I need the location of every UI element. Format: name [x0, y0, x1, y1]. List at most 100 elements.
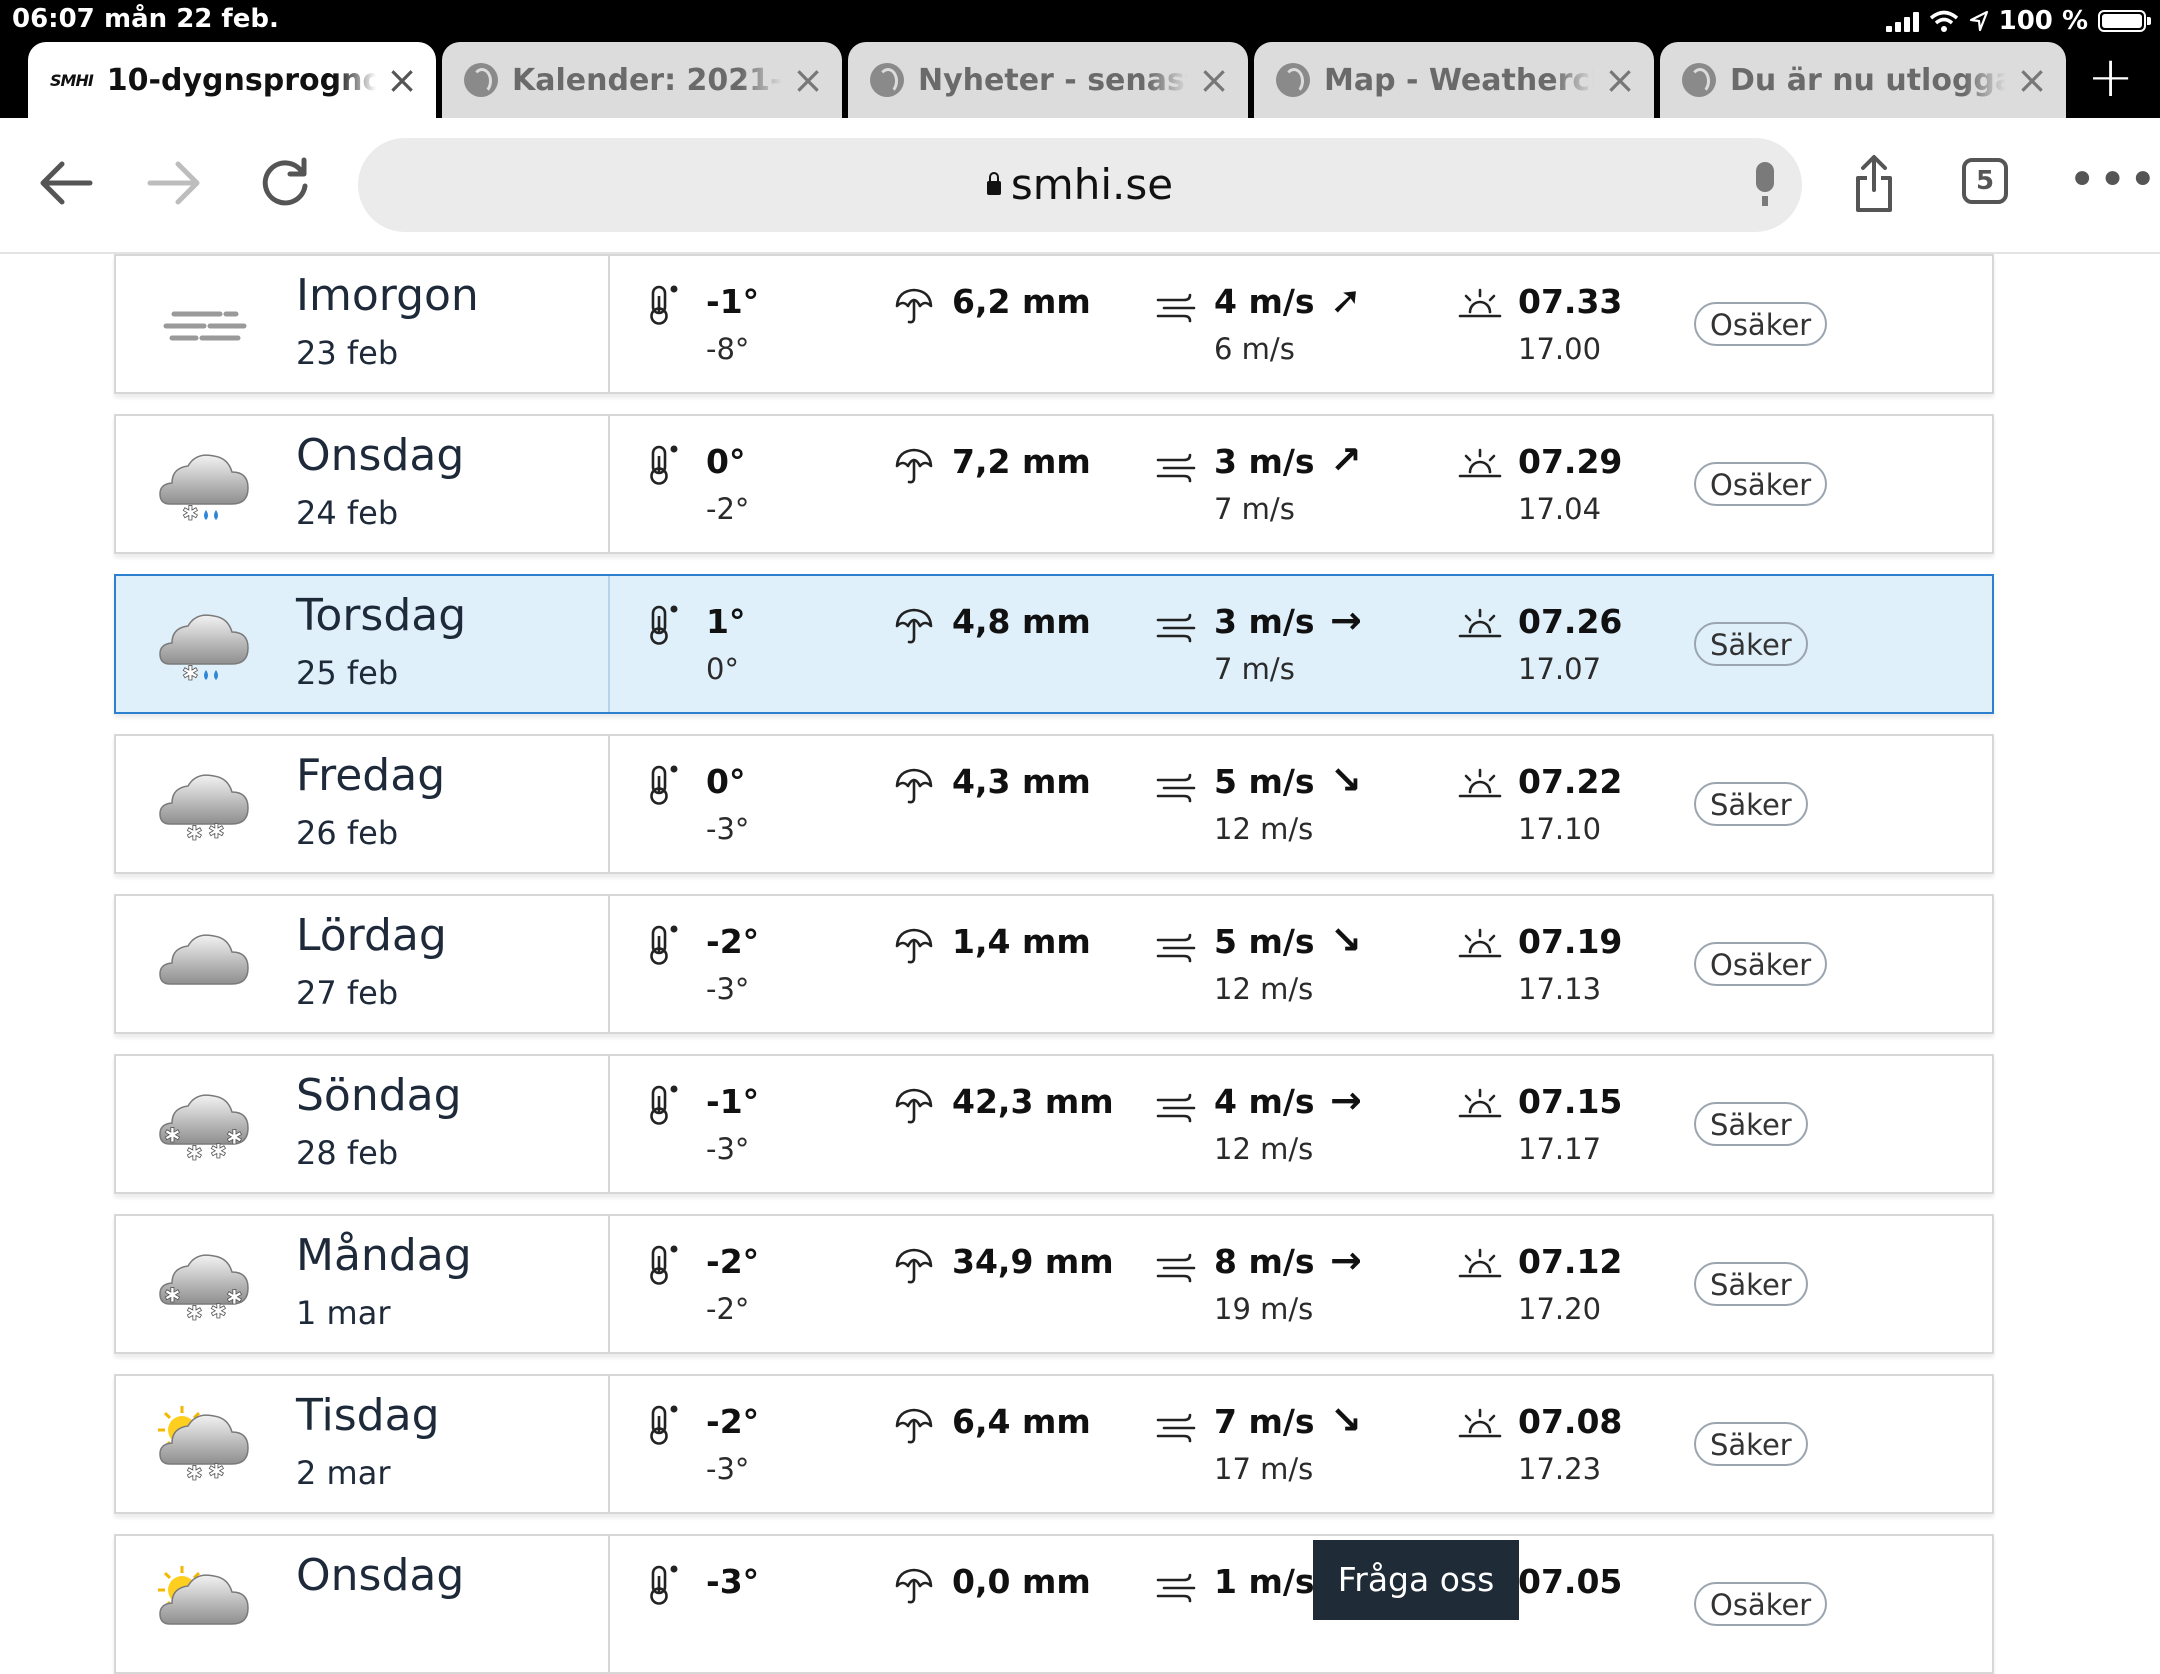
sunrise-icon-wrap: [1458, 606, 1502, 646]
new-tab-plus-icon[interactable]: +: [2087, 50, 2134, 106]
forecast-row[interactable]: ✱ Torsdag 25 feb 1° 0° 4,8 mm 3 m/s → 7 m/s 07.26…: [114, 574, 1994, 714]
certainty-badge: Osäker: [1694, 1582, 1828, 1626]
precipitation: 42,3 mm: [952, 1082, 1114, 1121]
precip-icon-wrap: [894, 446, 934, 490]
sunrise-time: 07.19: [1518, 922, 1623, 961]
wind-direction-arrow-icon: →: [1330, 598, 1362, 642]
globe-icon: [464, 63, 498, 97]
certainty-badge: Säker: [1694, 1262, 1808, 1306]
temp-min: -2°: [706, 1292, 750, 1326]
ask-us-button[interactable]: Fråga oss: [1313, 1540, 1519, 1620]
wind-icon: [1156, 1093, 1196, 1123]
day-date: 28 feb: [296, 1134, 399, 1172]
svg-text:✱: ✱: [182, 501, 199, 524]
row-divider: [608, 1216, 610, 1352]
tab-weathercloud[interactable]: Map - Weathercloud ×: [1254, 42, 1654, 118]
tab-close-icon[interactable]: ×: [1604, 61, 1636, 99]
tab-title: Nyheter - senaste nytt: [918, 62, 1188, 98]
precipitation: 6,2 mm: [952, 282, 1091, 321]
tab-close-icon[interactable]: ×: [1198, 61, 1230, 99]
row-divider: [608, 1056, 610, 1192]
forecast-row[interactable]: Lördag 27 feb -2° -3° 1,4 mm 5 m/s ↘ 12 m/s 07.1…: [114, 894, 1994, 1034]
certainty-badge: Säker: [1694, 1422, 1808, 1466]
tab-kalender[interactable]: Kalender: 2021-02-22 ×: [442, 42, 842, 118]
tab-utloggad[interactable]: Du är nu utloggad | Tele2 ×: [1660, 42, 2066, 118]
temperature-icon-wrap: [648, 604, 678, 650]
battery-icon: [2098, 10, 2151, 32]
tab-close-icon[interactable]: ×: [386, 61, 418, 99]
sunrise-time: 07.15: [1518, 1082, 1623, 1121]
forecast-row[interactable]: ✱ ✱ Fredag 26 feb 0° -3° 4,3 mm 5 m/s ↘ 12 m/s 07.…: [114, 734, 1994, 874]
wind-speed: 5 m/s: [1214, 922, 1315, 961]
wind-direction-arrow-icon: ➚: [1330, 278, 1362, 322]
tab-nyheter[interactable]: Nyheter - senaste nytt ×: [848, 42, 1248, 118]
day-date: 24 feb: [296, 494, 399, 532]
tab-close-icon[interactable]: ×: [2016, 61, 2048, 99]
address-bar[interactable]: smhi.se: [358, 138, 1802, 232]
precip-icon-wrap: [894, 926, 934, 970]
wind-icon: [1156, 1573, 1196, 1603]
tab-count-button[interactable]: 5: [1962, 158, 2008, 204]
sunrise-time: 07.33: [1518, 282, 1623, 321]
wind-direction-arrow-icon: →: [1330, 1238, 1362, 1282]
wind-gust: 19 m/s: [1214, 1292, 1314, 1326]
forecast-row[interactable]: Imorgon 23 feb -1° -8° 6,2 mm 4 m/s ➚ 6 m/s 07.3…: [114, 254, 1994, 394]
wind-icon: [1156, 613, 1196, 643]
svg-text:✱: ✱: [164, 1283, 181, 1307]
microphone-icon[interactable]: [1756, 162, 1774, 206]
cellular-signal-icon: [1885, 10, 1919, 32]
forecast-row[interactable]: ✱ Onsdag 24 feb 0° -2° 7,2 mm 3 m/s ↗ 7 m/s 07.29…: [114, 414, 1994, 554]
day-name: Torsdag: [296, 590, 467, 641]
status-time: 06:07: [12, 4, 95, 34]
temp-max: 0°: [706, 762, 746, 801]
umbrella-icon: [895, 768, 933, 804]
sunrise-time: 07.29: [1518, 442, 1623, 481]
day-date: 1 mar: [296, 1294, 391, 1332]
umbrella-icon: [895, 1408, 933, 1444]
tab-close-icon[interactable]: ×: [792, 61, 824, 99]
sunrise-icon-wrap: [1458, 1406, 1502, 1446]
svg-text:✱: ✱: [208, 819, 225, 843]
status-bar: 06:07 mån 22 feb. 100 %: [0, 0, 2160, 42]
wind-direction-arrow-icon: ↘: [1330, 918, 1362, 962]
day-date: 25 feb: [296, 654, 399, 692]
svg-text:✱: ✱: [226, 1285, 243, 1309]
more-menu-icon[interactable]: •••: [2068, 152, 2159, 208]
day-date: 2 mar: [296, 1454, 391, 1492]
svg-text:✱: ✱: [186, 1141, 203, 1164]
temp-max: 0°: [706, 442, 746, 481]
wind-gust: 17 m/s: [1214, 1452, 1314, 1486]
forecast-row[interactable]: ✱ ✱ ✱ ✱ Söndag 28 feb -1° -3° 42,3 mm 4 m/s → 12 m/…: [114, 1054, 1994, 1194]
precip-icon-wrap: [894, 1566, 934, 1610]
certainty-badge: Osäker: [1694, 302, 1828, 346]
wind-gust: 7 m/s: [1214, 652, 1295, 686]
precipitation: 34,9 mm: [952, 1242, 1114, 1281]
wind-direction-arrow-icon: ↗: [1330, 438, 1362, 482]
forward-arrow-icon[interactable]: [146, 158, 202, 208]
row-divider: [608, 256, 610, 392]
forecast-row[interactable]: ✱ ✱ ✱ ✱ Måndag 1 mar -2° -2° 34,9 mm 8 m/s → 19 m/s…: [114, 1214, 1994, 1354]
precipitation: 6,4 mm: [952, 1402, 1091, 1441]
back-arrow-icon[interactable]: [38, 158, 94, 208]
temp-max: -3°: [706, 1562, 760, 1601]
precip-icon-wrap: [894, 1246, 934, 1290]
row-divider: [608, 736, 610, 872]
svg-text:✱: ✱: [186, 1301, 203, 1324]
sun-cloud-icon: [158, 1566, 249, 1625]
umbrella-icon: [895, 288, 933, 324]
svg-text:✱: ✱: [164, 1123, 181, 1147]
umbrella-icon: [895, 608, 933, 644]
sunrise-icon: [1458, 288, 1502, 318]
wind-gust: 6 m/s: [1214, 332, 1295, 366]
globe-icon: [870, 63, 904, 97]
reload-icon[interactable]: [258, 156, 312, 210]
forecast-row[interactable]: ✱ ✱ Tisdag 2 mar -2° -3° 6,4 mm 7 m/s ↘ 17 m/s 07.…: [114, 1374, 1994, 1514]
forecast-row[interactable]: Onsdag -3° 0,0 mm 1 m/s 07.05 Osäker: [114, 1534, 1994, 1674]
temp-max: 1°: [706, 602, 746, 641]
share-icon[interactable]: [1854, 154, 1894, 214]
precipitation: 7,2 mm: [952, 442, 1091, 481]
tab-smhi[interactable]: SMHI 10-dygnsprognos | SMHI ×: [28, 42, 436, 118]
heavy-snow-icon: ✱✱ ✱✱: [159, 1094, 249, 1164]
temperature-icon-wrap: [648, 444, 678, 490]
temp-min: -3°: [706, 1132, 750, 1166]
